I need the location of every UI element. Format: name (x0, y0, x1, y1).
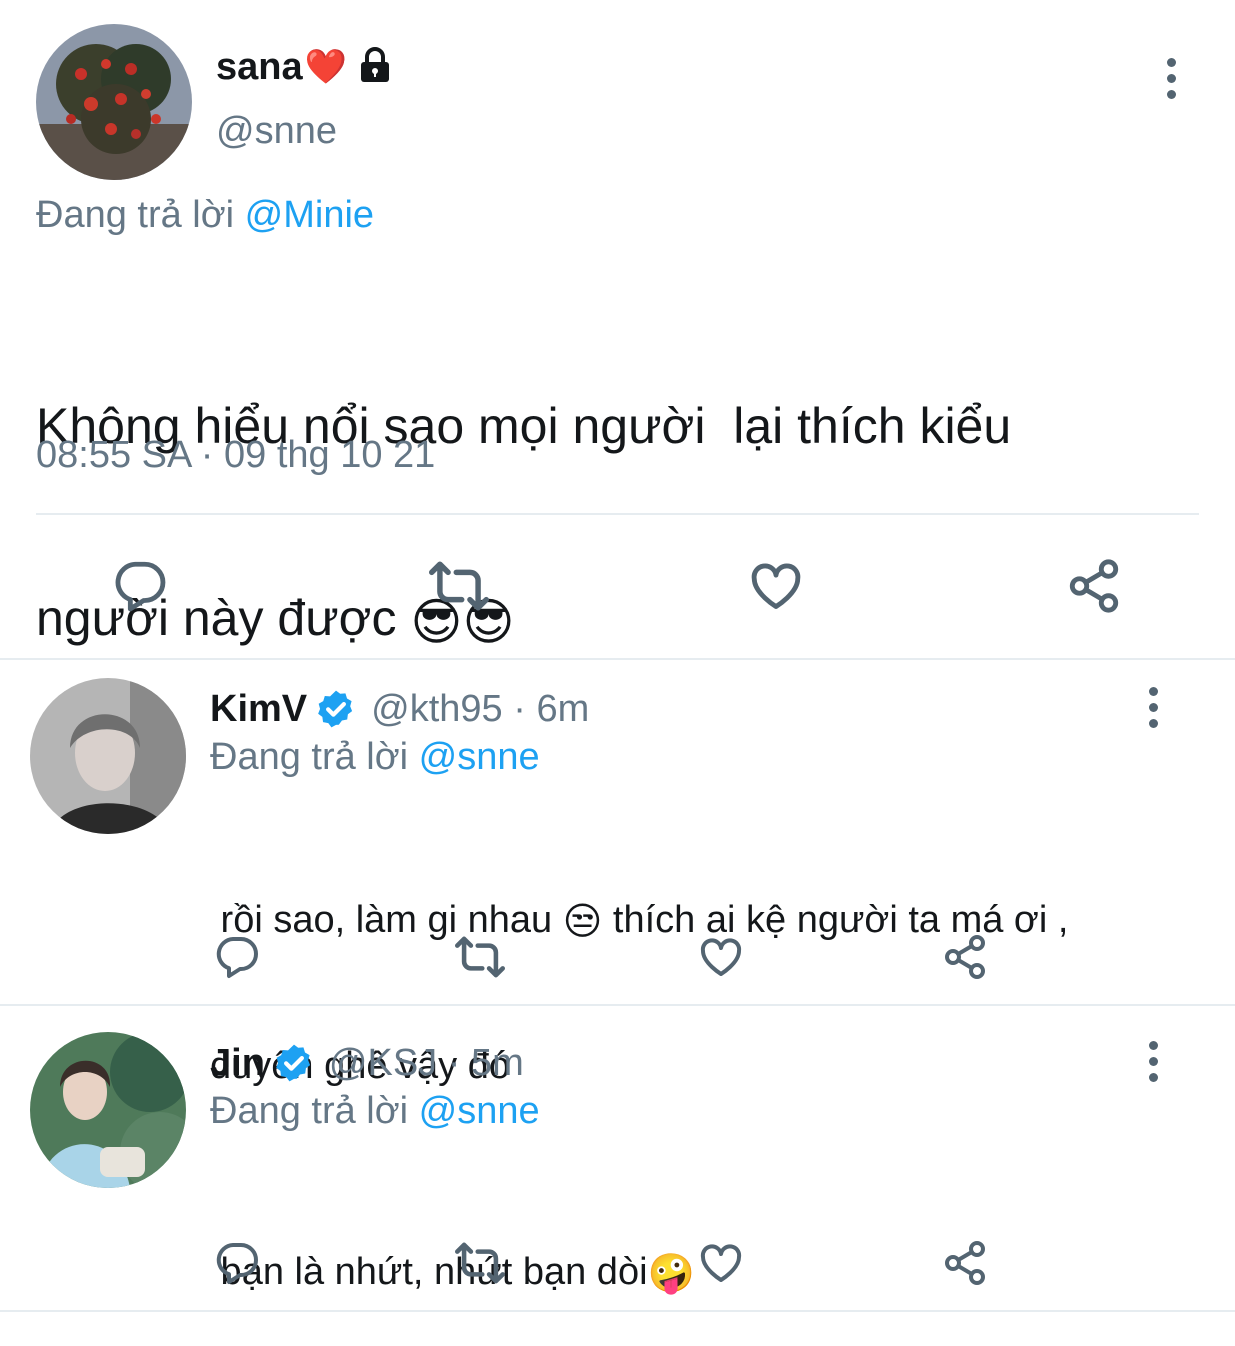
share-button[interactable] (940, 1238, 990, 1288)
reply-header: Jin @KSJ · 5m (210, 1038, 524, 1088)
handle-time[interactable]: @KSJ · 5m (329, 1042, 524, 1085)
more-options-icon[interactable] (1165, 58, 1177, 99)
heart-icon (700, 1244, 742, 1282)
divider (0, 1004, 1235, 1006)
divider (0, 658, 1235, 660)
retweet-icon (455, 936, 505, 978)
reply-to-link[interactable]: @Minie (245, 194, 374, 236)
like-button[interactable] (746, 556, 806, 616)
retweet-button[interactable] (426, 556, 492, 616)
retweet-button[interactable] (452, 1238, 508, 1288)
timestamp[interactable]: 08:55 SA · 09 thg 10 21 (36, 434, 435, 477)
divider (36, 513, 1199, 515)
reply-header: KimV @kth95 · 6m (210, 684, 589, 734)
reply-button[interactable] (110, 556, 170, 616)
avatar-jin[interactable] (30, 1032, 186, 1188)
avatar-image (30, 1032, 186, 1188)
lock-icon (355, 45, 395, 90)
reply-to-link[interactable]: @snne (419, 1090, 540, 1132)
display-name[interactable]: Jin (210, 1042, 265, 1085)
avatar-image (30, 678, 186, 834)
like-button[interactable] (696, 932, 746, 982)
handle[interactable]: @snne (216, 110, 337, 153)
reply-prefix: Đang trả lời (210, 1090, 409, 1132)
retweet-button[interactable] (452, 932, 508, 982)
unamused-emoji: 😒 (562, 900, 603, 943)
more-options-icon[interactable] (1147, 1041, 1159, 1082)
tweet-text: Không hiểu nổi sao mọi người lại thích k… (36, 266, 1011, 718)
handle-time[interactable]: @kth95 · 6m (371, 688, 589, 731)
verified-badge-icon (315, 688, 357, 730)
heart-icon (751, 563, 801, 609)
tweet-text-line-2: người này được 😎😎 (36, 586, 1011, 654)
reply-context: Đang trả lời @snne (210, 736, 540, 779)
display-name[interactable]: KimV (210, 688, 307, 731)
heart-icon (700, 938, 742, 976)
reply-context: Đang trả lời @Minie (36, 194, 374, 237)
reply-prefix: Đang trả lời (36, 194, 235, 236)
like-button[interactable] (696, 1238, 746, 1288)
reply-icon (115, 561, 166, 612)
share-icon (945, 935, 985, 979)
reply-context: Đang trả lời @snne (210, 1090, 540, 1133)
reply-button[interactable] (212, 1238, 262, 1288)
share-icon (1069, 559, 1119, 613)
reply-button[interactable] (212, 932, 262, 982)
heart-emoji: ❤️ (304, 48, 347, 86)
reply-icon (216, 1243, 258, 1284)
reply-prefix: Đang trả lời (210, 736, 409, 778)
reply-icon (216, 937, 258, 978)
avatar-sana[interactable] (36, 24, 192, 180)
more-options-icon[interactable] (1147, 687, 1159, 728)
avatar-kimv[interactable] (30, 678, 186, 834)
share-button[interactable] (1064, 556, 1124, 616)
reply-to-link[interactable]: @snne (419, 736, 540, 778)
zany-face-emoji: 🤪 (647, 1252, 695, 1295)
divider (0, 1310, 1235, 1312)
retweet-icon (428, 561, 489, 611)
display-name: sana (216, 45, 303, 88)
avatar-image (36, 24, 192, 180)
verified-badge-icon (273, 1042, 315, 1084)
share-icon (945, 1241, 985, 1285)
retweet-icon (455, 1242, 505, 1284)
author-name-row[interactable]: sana ❤️ (216, 42, 395, 92)
share-button[interactable] (940, 932, 990, 982)
